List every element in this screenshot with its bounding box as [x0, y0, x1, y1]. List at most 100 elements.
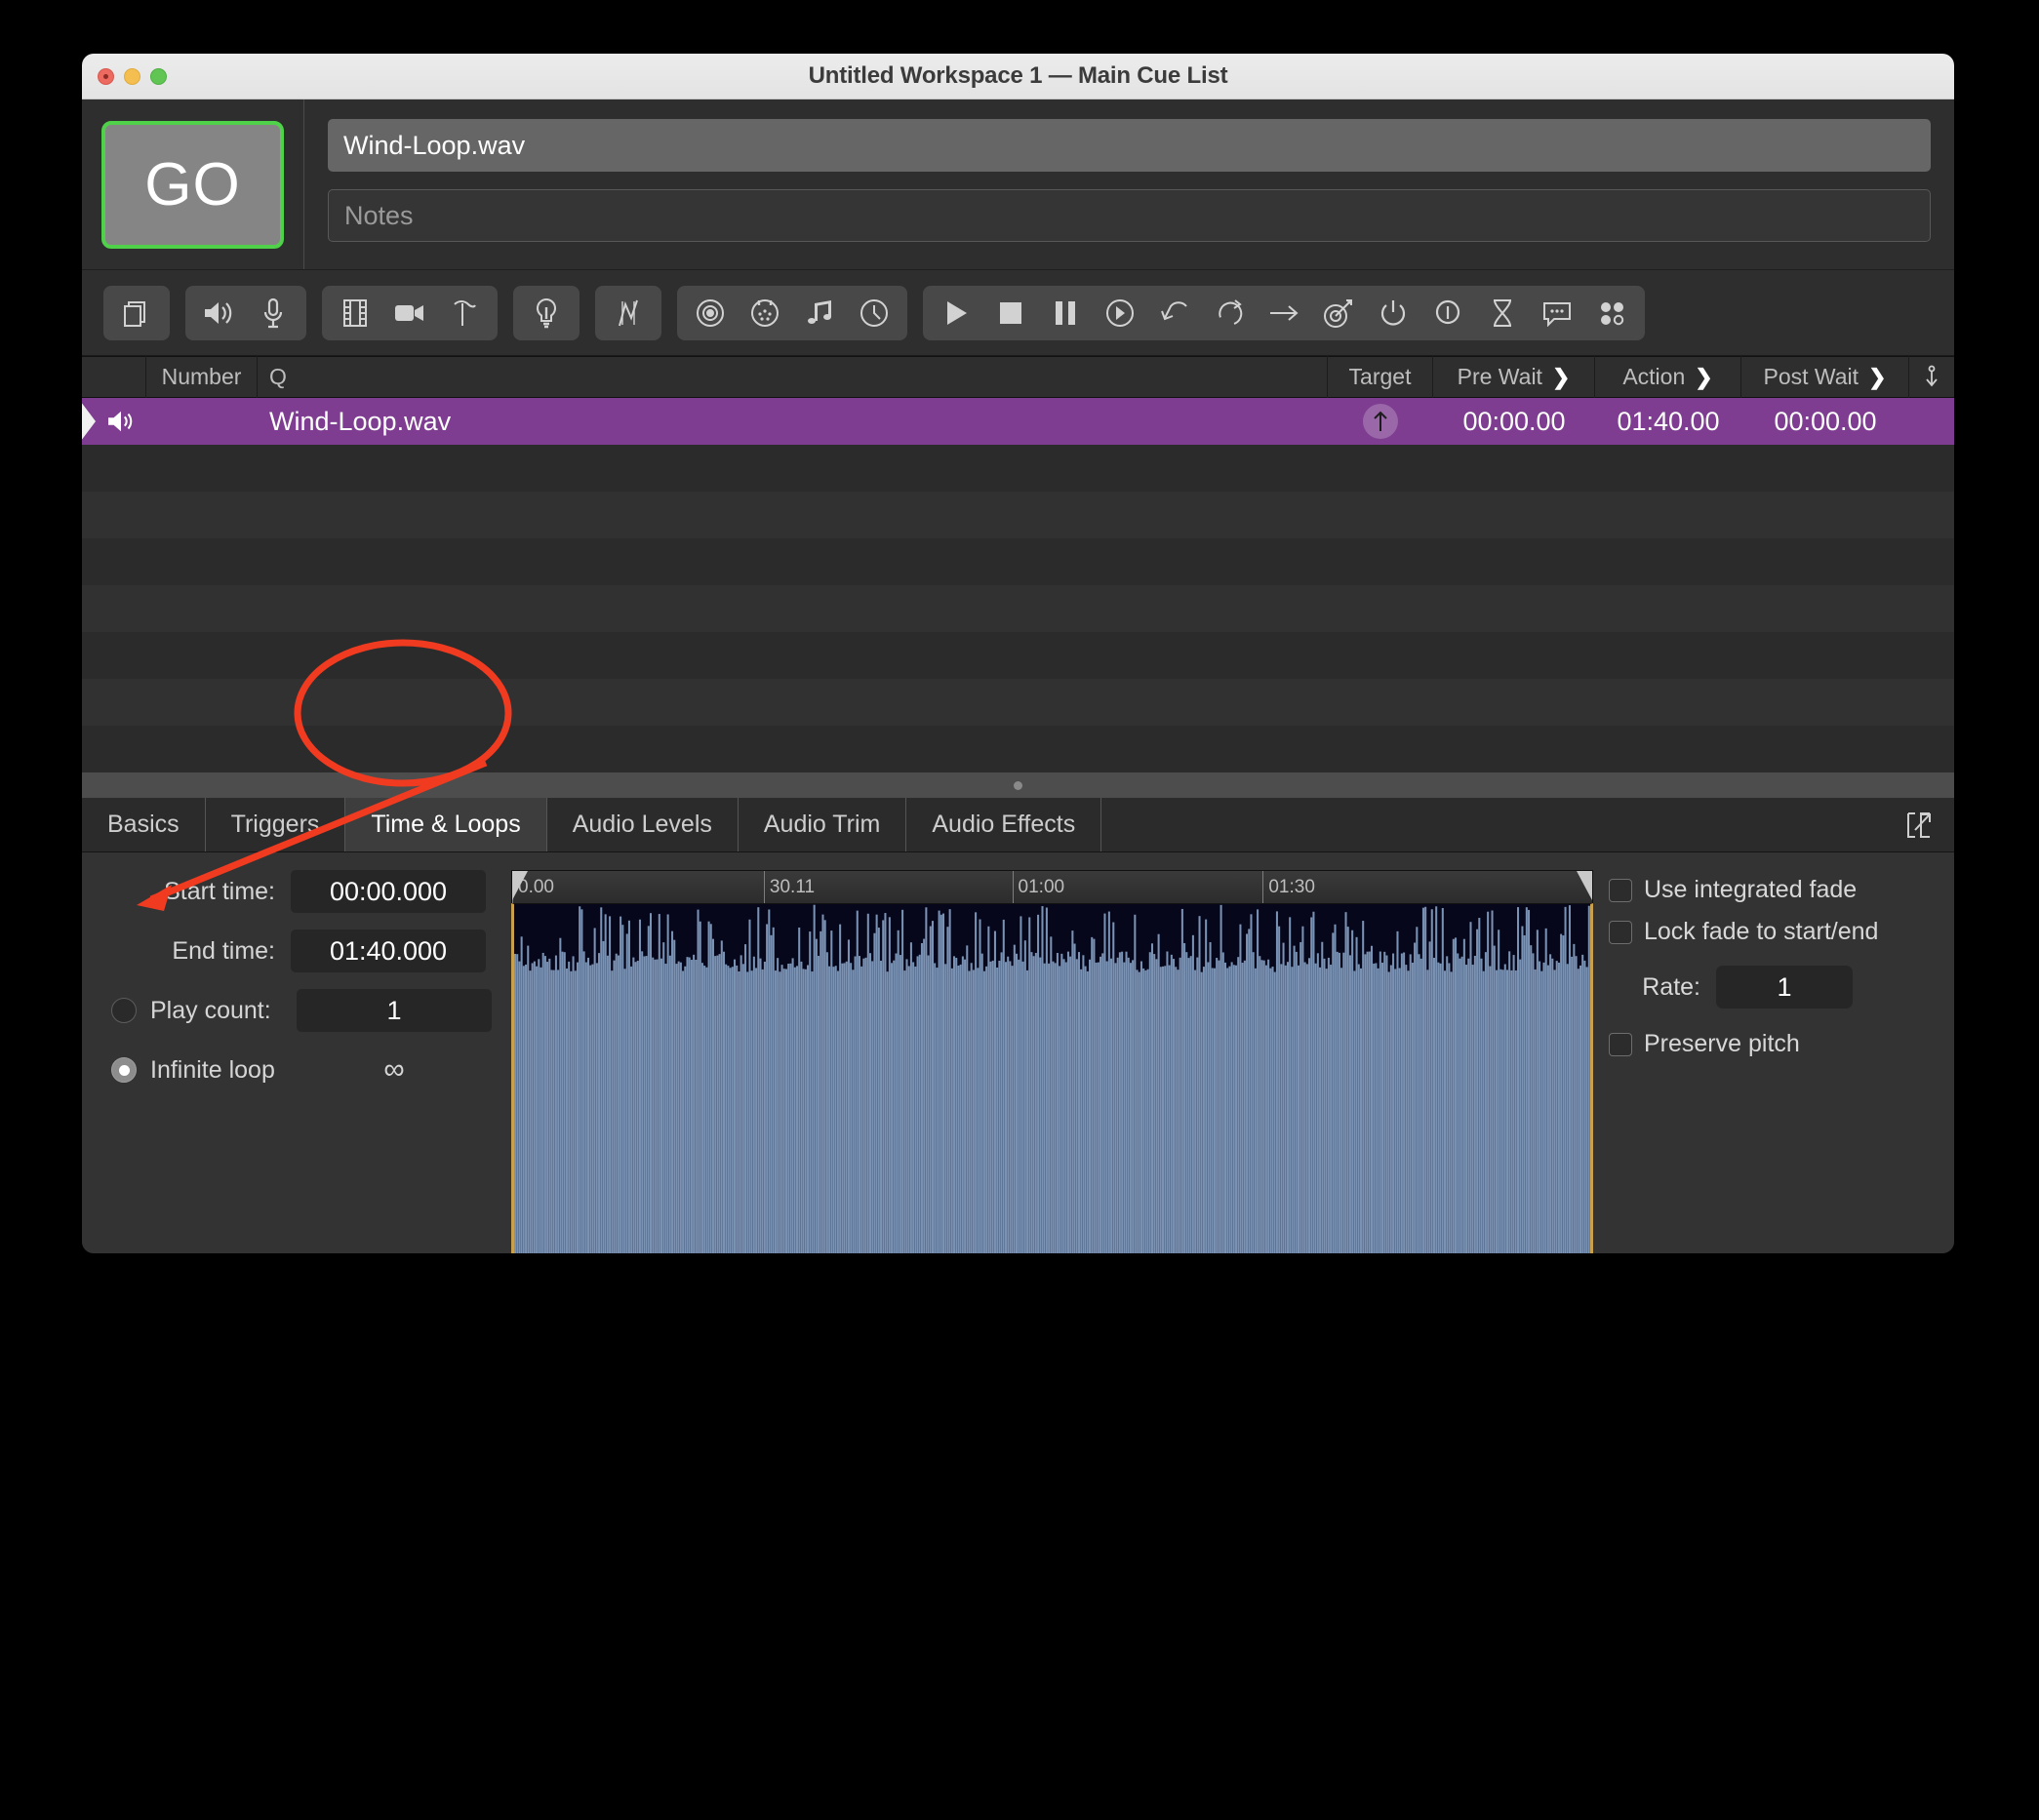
row-number[interactable] [146, 398, 258, 445]
network-cue-icon[interactable] [683, 288, 738, 338]
script-cue-icon[interactable] [1584, 288, 1639, 338]
memo-cue-icon[interactable] [1530, 288, 1584, 338]
tab-audio-levels[interactable]: Audio Levels [547, 798, 739, 851]
empty-row [82, 492, 1954, 538]
lock-fade-checkbox[interactable] [1609, 920, 1632, 944]
midi-cue-icon[interactable] [738, 288, 792, 338]
table-row[interactable]: Wind-Loop.wav 00:00.00 01:40.00 00:00.00 [82, 398, 1954, 445]
text-cue-icon[interactable] [437, 288, 492, 338]
column-header-target[interactable]: Target [1328, 356, 1433, 398]
infinite-loop-radio[interactable] [111, 1057, 137, 1083]
ruler-tick: 01:00 [1012, 871, 1064, 903]
mic-cue-icon[interactable] [246, 288, 300, 338]
waveform-display[interactable] [511, 903, 1593, 1253]
play-count-input[interactable]: 1 [297, 989, 492, 1032]
cue-list-empty-area [82, 445, 1954, 772]
row-pre-wait[interactable]: 00:00.00 [1433, 398, 1595, 445]
video-cue-icon[interactable] [328, 288, 382, 338]
inspector-tab-bar: Basics Triggers Time & Loops Audio Level… [82, 798, 1954, 852]
use-integrated-fade-row[interactable]: Use integrated fade [1609, 876, 1931, 904]
cue-toolbar [82, 270, 1954, 356]
start-time-input[interactable]: 00:00.000 [291, 870, 486, 913]
splitter-grip [1014, 780, 1022, 790]
go-button[interactable]: GO [101, 120, 284, 249]
waveform-ruler[interactable]: 0.00 30.11 01:00 01:30 [511, 870, 1593, 903]
rate-input[interactable]: 1 [1716, 966, 1853, 1009]
start-time-label: Start time: [164, 877, 275, 905]
ruler-tick: 01:30 [1262, 871, 1315, 903]
time-and-loops-panel: Start time: 00:00.000 End time: 01:40.00… [82, 852, 1954, 1253]
stop-cue-icon[interactable] [983, 288, 1038, 338]
row-post-wait[interactable]: 00:00.00 [1741, 398, 1909, 445]
row-status [82, 398, 146, 445]
group-cue-icon[interactable] [109, 288, 164, 338]
cue-list-header: Number Q Target Pre Wait ❯ Action ❯ Post… [82, 356, 1954, 398]
start-cue-icon[interactable] [929, 288, 983, 338]
column-header-post-wait[interactable]: Post Wait ❯ [1741, 356, 1909, 398]
preserve-pitch-row[interactable]: Preserve pitch [1609, 1030, 1931, 1058]
loop-controls: Start time: 00:00.000 End time: 01:40.00… [105, 870, 496, 1253]
camera-cue-icon[interactable] [382, 288, 437, 338]
disarm-cue-icon[interactable] [1420, 288, 1475, 338]
lock-fade-row[interactable]: Lock fade to start/end [1609, 918, 1931, 946]
lock-fade-label: Lock fade to start/end [1644, 918, 1879, 945]
target-cue-icon[interactable] [1311, 288, 1366, 338]
ruler-tick: 30.11 [763, 871, 815, 903]
goto-cue-icon[interactable] [1257, 288, 1311, 338]
tab-time-and-loops[interactable]: Time & Loops [345, 798, 547, 851]
row-flag[interactable] [1909, 398, 1954, 445]
column-header-q[interactable]: Q [258, 356, 1328, 398]
empty-row [82, 585, 1954, 632]
devamp-cue-icon[interactable] [1202, 288, 1257, 338]
reset-cue-icon[interactable] [1147, 288, 1202, 338]
pause-cue-icon[interactable] [1038, 288, 1093, 338]
play-count-label: Play count: [150, 996, 271, 1024]
chevron-right-icon: ❯ [1695, 364, 1713, 389]
cue-name-input[interactable]: Wind-Loop.wav [328, 119, 1931, 172]
start-time-row: Start time: 00:00.000 [105, 870, 496, 913]
end-time-row: End time: 01:40.000 [105, 930, 496, 972]
toolbar-group-audio [185, 285, 306, 340]
column-header-action-label: Action [1622, 364, 1686, 389]
timecode-cue-icon[interactable] [847, 288, 901, 338]
infinity-icon: ∞ [383, 1053, 405, 1086]
empty-row [82, 679, 1954, 726]
music-cue-icon[interactable] [792, 288, 847, 338]
window-title: Untitled Workspace 1 — Main Cue List [808, 62, 1228, 89]
audio-cue-icon [108, 411, 133, 432]
load-cue-icon[interactable] [1093, 288, 1147, 338]
column-header-action[interactable]: Action ❯ [1595, 356, 1741, 398]
column-header-pre-wait[interactable]: Pre Wait ❯ [1433, 356, 1595, 398]
end-time-input[interactable]: 01:40.000 [291, 930, 486, 972]
row-action[interactable]: 01:40.00 [1595, 398, 1741, 445]
toolbar-group-network [677, 285, 907, 340]
cue-notes-input[interactable]: Notes [328, 189, 1931, 242]
empty-row [82, 538, 1954, 585]
use-integrated-fade-checkbox[interactable] [1609, 878, 1632, 902]
row-q-name[interactable]: Wind-Loop.wav [258, 398, 1328, 445]
go-pane: GO [82, 99, 304, 269]
end-handle[interactable] [1577, 871, 1592, 900]
start-handle[interactable] [512, 871, 528, 900]
row-target[interactable] [1328, 398, 1433, 445]
infinite-loop-label: Infinite loop [150, 1055, 275, 1084]
column-header-flag[interactable] [1909, 356, 1954, 398]
column-header-number[interactable]: Number [146, 356, 258, 398]
playhead-marker-icon [82, 398, 96, 445]
play-count-row: Play count: 1 [105, 989, 496, 1032]
tab-triggers[interactable]: Triggers [206, 798, 346, 851]
light-cue-icon[interactable] [519, 288, 574, 338]
preserve-pitch-checkbox[interactable] [1609, 1032, 1632, 1056]
tab-audio-effects[interactable]: Audio Effects [906, 798, 1102, 851]
column-header-pre-wait-label: Pre Wait [1457, 364, 1542, 389]
fade-cue-icon[interactable] [601, 288, 656, 338]
tab-basics[interactable]: Basics [82, 798, 206, 851]
play-count-radio[interactable] [111, 998, 137, 1023]
wait-cue-icon[interactable] [1475, 288, 1530, 338]
waveform-area: 0.00 30.11 01:00 01:30 [511, 870, 1593, 1253]
panel-splitter[interactable] [82, 772, 1954, 798]
audio-cue-icon[interactable] [191, 288, 246, 338]
tab-audio-trim[interactable]: Audio Trim [739, 798, 907, 851]
arm-cue-icon[interactable] [1366, 288, 1420, 338]
popout-icon[interactable] [1905, 798, 1933, 851]
